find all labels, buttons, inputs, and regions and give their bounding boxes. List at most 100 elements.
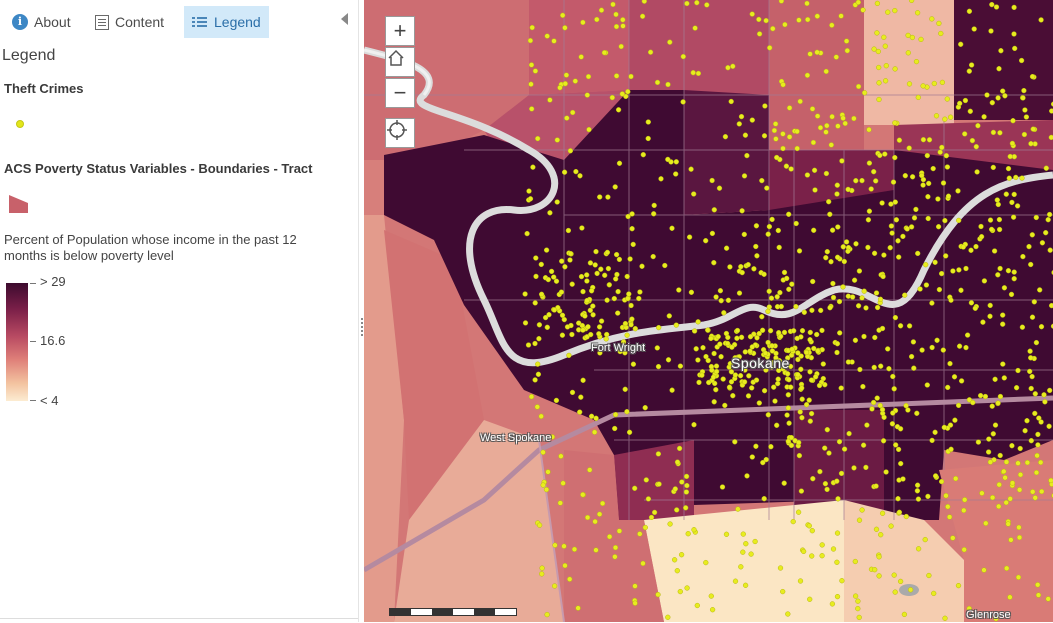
map-view[interactable]: Spokane Fort Wright West Spokane Glenros… <box>364 0 1053 622</box>
theft-point <box>845 48 850 53</box>
theft-point <box>839 386 844 391</box>
theft-point <box>957 344 962 349</box>
theft-point <box>973 306 978 311</box>
theft-point <box>835 255 840 260</box>
tab-about[interactable]: i About <box>12 6 71 38</box>
theft-point <box>907 146 912 151</box>
theft-point <box>607 534 612 539</box>
theft-point <box>652 510 657 515</box>
theft-point <box>696 319 701 324</box>
theft-point <box>830 602 835 607</box>
theft-point <box>594 416 599 421</box>
theft-point <box>535 405 540 410</box>
theft-point <box>956 218 961 223</box>
theft-point <box>614 252 619 257</box>
theft-point <box>740 208 745 213</box>
polygon-swatch-icon <box>8 194 30 214</box>
theft-point <box>781 146 786 151</box>
theft-point <box>706 358 711 363</box>
theft-point <box>993 377 998 382</box>
theft-point <box>1020 176 1025 181</box>
theft-point <box>896 496 901 501</box>
zoom-in-button[interactable]: + <box>385 16 415 46</box>
theft-point <box>808 330 813 335</box>
theft-point <box>625 333 630 338</box>
theft-point <box>594 17 599 22</box>
theft-point <box>696 358 701 363</box>
theft-point <box>766 232 771 237</box>
collapse-panel-icon[interactable] <box>341 13 348 25</box>
theft-point <box>912 216 917 221</box>
theft-point <box>681 100 686 105</box>
theft-point <box>820 328 825 333</box>
theft-point <box>853 178 858 183</box>
theft-point <box>805 1 810 6</box>
place-label-glenrose: Glenrose <box>966 609 1011 621</box>
theft-point <box>706 380 711 385</box>
theft-point <box>750 455 755 460</box>
theft-point <box>888 245 893 250</box>
theft-point <box>943 218 948 223</box>
theft-point <box>1029 141 1034 146</box>
theft-point <box>1036 593 1041 598</box>
theft-point <box>869 187 874 192</box>
zoom-out-button[interactable]: − <box>385 78 415 108</box>
theft-point <box>619 44 624 49</box>
theft-point <box>776 330 781 335</box>
theft-point <box>1007 176 1012 181</box>
theft-point <box>821 362 826 367</box>
theft-point <box>530 25 535 30</box>
theft-point <box>930 345 935 350</box>
theft-point <box>586 74 591 79</box>
theft-point <box>969 248 974 253</box>
theft-point <box>1030 74 1035 79</box>
theft-point <box>754 444 759 449</box>
theft-point <box>813 188 818 193</box>
theft-point <box>587 468 592 473</box>
theft-point <box>782 270 787 275</box>
theft-point <box>721 310 726 315</box>
theft-point <box>867 127 872 132</box>
theft-point <box>548 210 553 215</box>
theft-point <box>1030 489 1035 494</box>
theft-point <box>735 336 740 341</box>
theft-point <box>595 271 600 276</box>
tab-content[interactable]: Content <box>95 6 164 38</box>
theft-point <box>529 82 534 87</box>
theft-point <box>857 615 862 620</box>
theft-point <box>880 407 885 412</box>
home-button[interactable] <box>385 47 415 77</box>
theft-point <box>931 591 936 596</box>
theft-point <box>910 35 915 40</box>
theft-point <box>837 331 842 336</box>
locate-button[interactable] <box>385 118 415 148</box>
theft-point <box>861 443 866 448</box>
theft-point <box>746 394 751 399</box>
theft-point <box>579 55 584 60</box>
theft-point <box>915 10 920 15</box>
theft-point <box>534 274 539 279</box>
theft-point <box>770 217 775 222</box>
theft-point <box>804 402 809 407</box>
theft-point <box>872 251 877 256</box>
theft-point <box>866 245 871 250</box>
theft-point <box>1006 522 1011 527</box>
theft-point <box>798 579 803 584</box>
theft-point <box>875 31 880 36</box>
theft-point <box>570 390 575 395</box>
theft-point <box>990 404 995 409</box>
theft-point <box>558 501 563 506</box>
theft-point <box>1012 276 1017 281</box>
ramp-label-high: > 29 <box>40 274 66 289</box>
theft-point <box>967 69 972 74</box>
map-canvas[interactable] <box>364 0 1053 622</box>
theft-point <box>604 332 609 337</box>
theft-point <box>545 34 550 39</box>
tab-legend[interactable]: Legend <box>184 6 269 38</box>
theft-point <box>755 253 760 258</box>
theft-point <box>750 12 755 17</box>
theft-point <box>727 385 732 390</box>
theft-point <box>818 125 823 130</box>
theft-point <box>564 116 569 121</box>
theft-point <box>675 568 680 573</box>
